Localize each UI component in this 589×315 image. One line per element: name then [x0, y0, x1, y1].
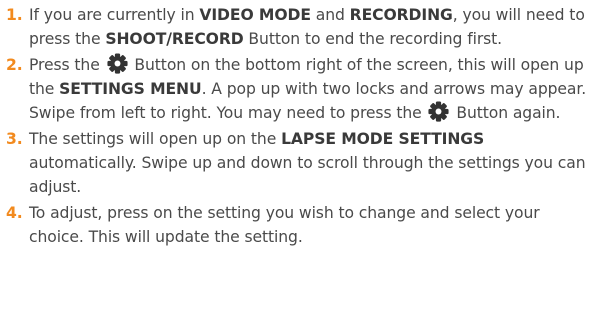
settings-gear-icon [428, 101, 450, 122]
step-text: and [310, 6, 350, 24]
recording-label: RECORDING [349, 6, 453, 24]
step-number: 2. [6, 56, 23, 74]
step-2: 2. Press the Button on the bottom right … [0, 53, 589, 125]
shoot-record-label: SHOOT/RECORD [105, 30, 244, 48]
step-number: 4. [6, 204, 23, 222]
video-mode-label: VIDEO MODE [199, 6, 311, 24]
step-text: Button again. [451, 104, 561, 122]
lapse-mode-settings-label: LAPSE MODE SETTINGS [281, 130, 485, 148]
step-text: automatically. Swipe up and down to scro… [29, 154, 586, 196]
settings-gear-icon [106, 53, 128, 74]
step-text: Press the [29, 56, 105, 74]
settings-menu-label: SETTINGS MENU [59, 80, 202, 98]
step-text: Button to end the recording first. [243, 30, 503, 48]
step-4: 4. To adjust, press on the setting you w… [0, 201, 589, 249]
instruction-list: 1. If you are currently in VIDEO MODE an… [0, 0, 589, 249]
step-text: If you are currently in [29, 6, 200, 24]
step-text: The settings will open up on the [29, 130, 282, 148]
step-1: 1. If you are currently in VIDEO MODE an… [0, 3, 589, 51]
step-3: 3. The settings will open up on the LAPS… [0, 127, 589, 199]
step-number: 1. [6, 6, 23, 24]
step-number: 3. [6, 130, 23, 148]
step-text: To adjust, press on the setting you wish… [29, 204, 540, 246]
